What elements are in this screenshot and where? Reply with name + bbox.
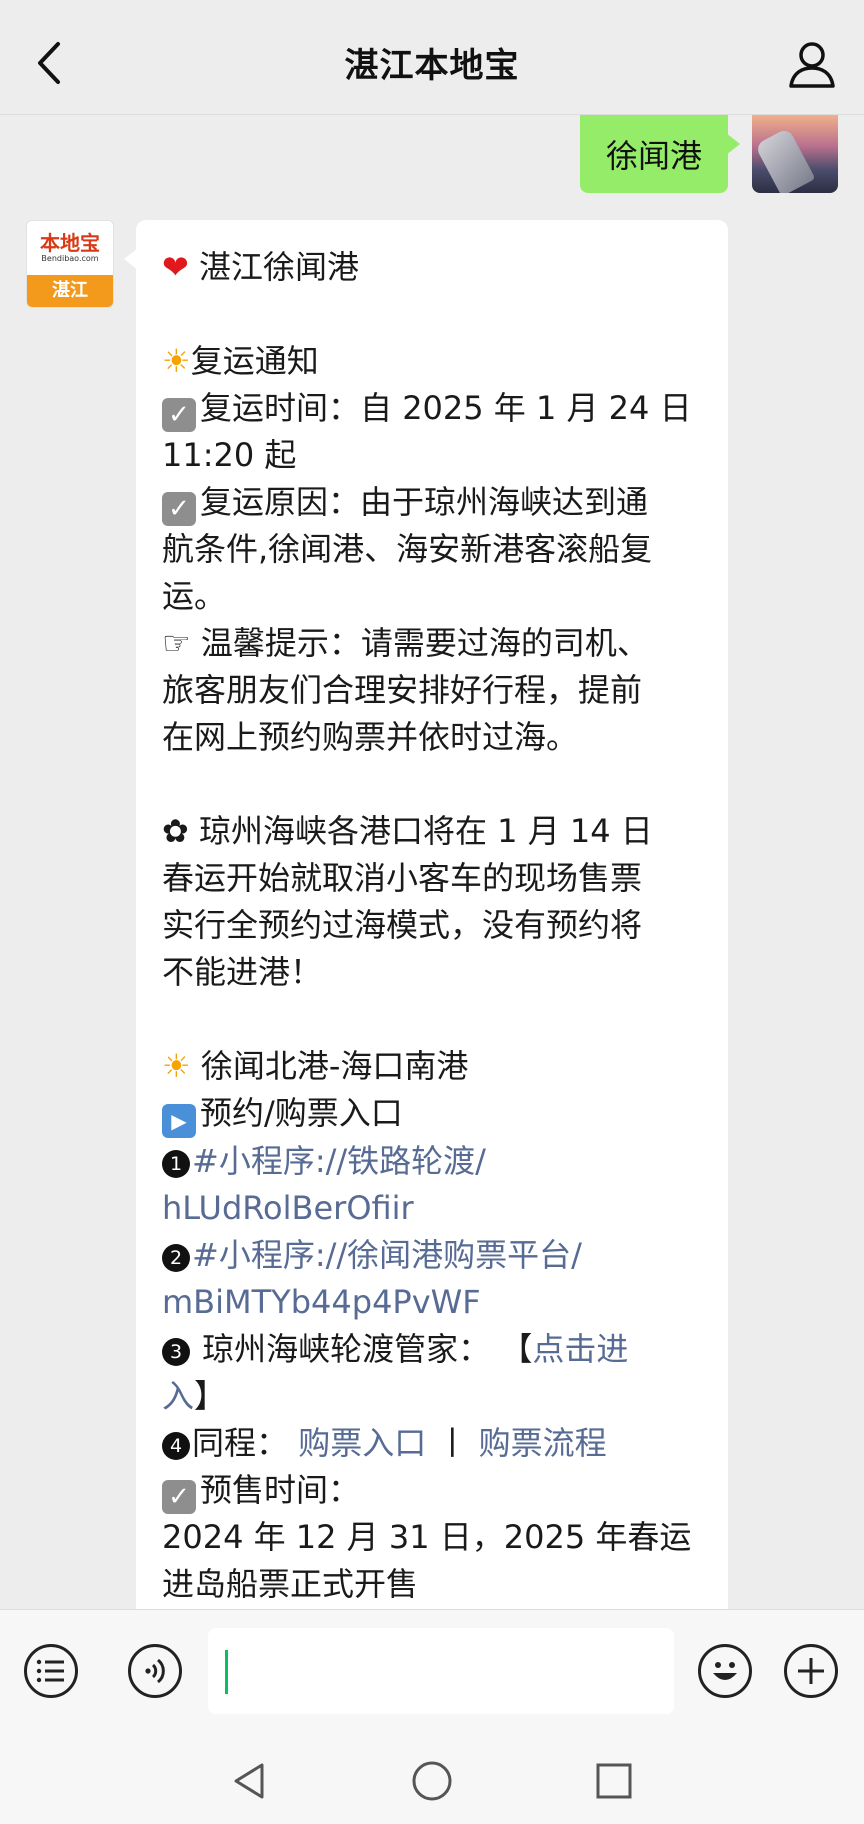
booking-link-1-cont: hLUdRolBerOfiir [162, 1185, 702, 1232]
sun-icon: ☀ [162, 342, 191, 380]
check-icon: ✓ [162, 492, 196, 526]
resume-reason: ✓ 复运原因：由于琼州海峡达到通 [162, 479, 702, 526]
resume-reason-cont: 航条件,徐闻港、海安新港客滚船复 [162, 530, 653, 568]
avatar-image [754, 127, 816, 193]
message-input-field[interactable] [208, 1628, 674, 1714]
booking-link-1: 1 #小程序://铁路轮渡/ [162, 1138, 702, 1185]
more-button[interactable] [784, 1644, 838, 1698]
booking-link-3: 3 琼州海峡轮渡管家： 【点击进 [162, 1326, 702, 1373]
booking-link-2-cont: mBiMTYb44p4PvWF [162, 1279, 702, 1326]
nav-recent-button[interactable] [590, 1757, 638, 1805]
chat-area[interactable]: 徐闻港 本地宝 Bendibao.com 湛江 ❤ 湛江徐闻港 ☀复运通知 ✓ 复… [0, 115, 864, 1609]
outgoing-message-text: 徐闻港 [605, 137, 702, 175]
resume-time: ✓ 复运时间：自 2025 年 1 月 24 日 [162, 385, 702, 432]
route-title: ☀ 徐闻北港-海口南港 [162, 1047, 469, 1085]
number-badge: 3 [162, 1338, 190, 1366]
resume-reason-cont: 运。 [162, 577, 227, 615]
ticket-entry-link[interactable]: 购票入口 [298, 1424, 426, 1462]
triangle-back-icon [234, 1763, 264, 1799]
warm-tip-cont: 在网上预约购票并依时过海。 [162, 718, 579, 756]
number-badge: 4 [162, 1432, 190, 1460]
check-icon: ✓ [162, 1480, 196, 1514]
play-icon: ▶ [162, 1104, 196, 1138]
incoming-message[interactable]: ❤ 湛江徐闻港 ☀复运通知 ✓ 复运时间：自 2025 年 1 月 24 日 11… [124, 220, 728, 1609]
notice-title: ☀复运通知 [162, 342, 319, 380]
system-navigation-bar [0, 1737, 864, 1824]
bot-avatar[interactable]: 本地宝 Bendibao.com 湛江 [26, 220, 114, 308]
outgoing-message[interactable]: 徐闻港 [579, 115, 741, 193]
policy-notice-cont: 实行全预约过海模式，没有预约将 [162, 906, 643, 944]
number-badge: 2 [162, 1244, 190, 1272]
message-input[interactable] [208, 1628, 674, 1714]
sun-icon: ☀ [162, 1047, 191, 1085]
number-badge: 1 [162, 1150, 190, 1178]
logo-city: 湛江 [27, 275, 113, 307]
warm-tip-cont: 旅客朋友们合理安排好行程，提前 [162, 671, 643, 709]
ticket-process-link[interactable]: 购票流程 [479, 1424, 607, 1462]
emoji-button[interactable] [698, 1644, 752, 1698]
booking-link-2: 2 #小程序://徐闻港购票平台/ [162, 1232, 702, 1279]
self-avatar[interactable] [752, 115, 838, 193]
heart-icon: ❤ [162, 248, 189, 286]
presale-time: ✓ 预售时间： [162, 1467, 702, 1514]
mini-program-link-xuwen-port-code[interactable]: mBiMTYb44p4PvWF [162, 1283, 481, 1321]
message-title: ❤ 湛江徐闻港 [162, 248, 359, 286]
booking-entry: ▶ 预约/购票入口 [162, 1090, 702, 1138]
check-icon: ✓ [162, 398, 196, 432]
pointing-hand-icon: ☞ [162, 624, 191, 662]
presale-date-cont: 进岛船票正式开售 [162, 1565, 419, 1603]
text-cursor [225, 1650, 228, 1694]
click-enter-link[interactable]: 点击进 [532, 1330, 628, 1368]
warm-tip: ☞ 温馨提示：请需要过海的司机、 [162, 624, 649, 662]
input-bar [0, 1609, 864, 1738]
policy-notice-cont: 春运开始就取消小客车的现场售票 [162, 859, 643, 897]
mini-program-link-railway-ferry[interactable]: #小程序://铁路轮渡/ [192, 1142, 486, 1180]
circle-home-icon [412, 1761, 452, 1801]
mini-program-link-railway-ferry-code[interactable]: hLUdRolBerOfiir [162, 1189, 414, 1227]
booking-link-3-cont: 入】 [162, 1377, 227, 1415]
presale-date: 2024 年 12 月 31 日，2025 年春运 [162, 1518, 692, 1556]
click-enter-link-cont[interactable]: 入 [162, 1377, 194, 1415]
nav-back-button[interactable] [226, 1757, 274, 1805]
flower-icon: ✿ [162, 812, 189, 850]
list-icon [36, 1659, 64, 1683]
menu-button[interactable] [24, 1644, 78, 1698]
square-recent-icon [596, 1763, 632, 1799]
top-bar: 湛江本地宝 [0, 0, 864, 115]
chat-title: 湛江本地宝 [344, 46, 520, 86]
voice-icon [145, 1658, 165, 1684]
policy-notice: ✿ 琼州海峡各港口将在 1 月 14 日 [162, 812, 653, 850]
nav-home-button[interactable] [408, 1757, 456, 1805]
profile-button[interactable] [786, 38, 838, 90]
logo: 本地宝 Bendibao.com [27, 221, 113, 275]
voice-button[interactable] [128, 1644, 182, 1698]
resume-time-cont: 11:20 起 [162, 436, 297, 474]
plus-icon [798, 1658, 824, 1684]
emoji-icon [713, 1662, 737, 1680]
booking-link-4: 4 同程： 购票入口 丨 购票流程 [162, 1420, 702, 1467]
user-icon [789, 42, 835, 88]
policy-notice-cont: 不能进港！ [162, 953, 323, 991]
mini-program-link-xuwen-port[interactable]: #小程序://徐闻港购票平台/ [192, 1236, 582, 1274]
